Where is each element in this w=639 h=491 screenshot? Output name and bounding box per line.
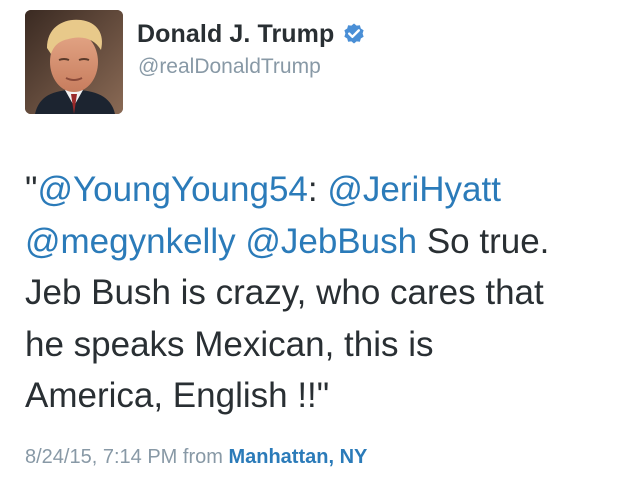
profile-photo-icon [25, 10, 123, 114]
tweet-card: Donald J. Trump @realDonaldTrump "@Young… [0, 0, 639, 491]
mention-link[interactable]: @YoungYoung54 [37, 170, 307, 209]
tweet-text-segment [236, 222, 246, 261]
tweet-text-segment: " [25, 170, 38, 209]
name-row: Donald J. Trump [137, 18, 366, 50]
location-link[interactable]: Manhattan, NY [228, 446, 367, 468]
verified-badge-icon [342, 22, 366, 46]
tweet-meta: 8/24/15, 7:14 PM from Manhattan, NY [25, 446, 367, 469]
from-label: from [182, 446, 223, 468]
mention-link[interactable]: @JebBush [245, 222, 417, 261]
mention-link[interactable]: @JeriHyatt [327, 170, 501, 209]
avatar[interactable] [25, 10, 123, 114]
tweet-text: "@YoungYoung54: @JeriHyatt @megynkelly @… [25, 164, 625, 422]
display-name[interactable]: Donald J. Trump [137, 20, 334, 49]
timestamp[interactable]: 8/24/15, 7:14 PM [25, 446, 177, 468]
mention-link[interactable]: @megynkelly [25, 222, 236, 261]
tweet-text-segment: : [307, 170, 328, 209]
user-handle[interactable]: @realDonaldTrump [138, 55, 321, 79]
